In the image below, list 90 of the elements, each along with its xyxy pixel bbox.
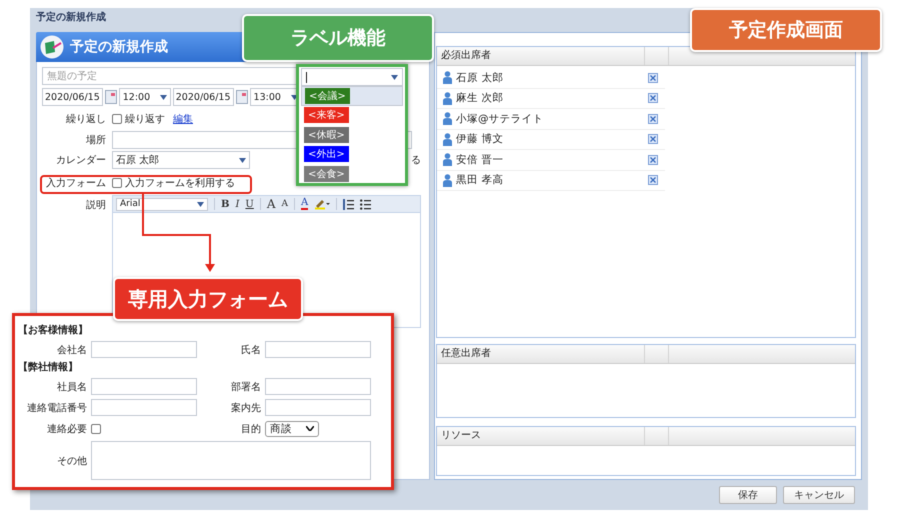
underline-button[interactable]: U bbox=[245, 198, 254, 210]
cancel-button[interactable]: キャンセル bbox=[783, 486, 855, 504]
person-icon bbox=[443, 153, 452, 166]
window-title: 予定の新規作成 bbox=[36, 12, 106, 23]
purpose-select[interactable]: 商談 bbox=[265, 420, 319, 436]
date-field[interactable]: 2020/06/15 bbox=[172, 88, 234, 106]
person-icon bbox=[443, 92, 452, 105]
calendar-icon[interactable] bbox=[104, 90, 117, 104]
shrink-font-button[interactable]: A bbox=[282, 199, 288, 209]
bold-button[interactable]: B bbox=[221, 198, 230, 210]
field-label: カレンダー bbox=[56, 154, 106, 167]
remove-icon[interactable] bbox=[648, 154, 658, 165]
input-field[interactable] bbox=[265, 378, 371, 395]
field-label: 入力フォーム bbox=[46, 176, 106, 190]
checkbox[interactable] bbox=[112, 178, 122, 188]
caret-icon bbox=[306, 426, 314, 431]
callout-label: 予定作成画面 bbox=[690, 8, 882, 52]
grow-font-button[interactable]: A bbox=[266, 197, 276, 211]
font-color-button[interactable]: A bbox=[301, 198, 308, 210]
edit-link[interactable]: 編集 bbox=[173, 112, 193, 126]
column-header: 必須出席者 bbox=[437, 47, 645, 65]
section-title: 【弊社情報】 bbox=[18, 362, 79, 374]
label-option[interactable]: <会議> bbox=[301, 86, 403, 106]
input-field[interactable] bbox=[265, 341, 371, 358]
numbered-list-icon[interactable] bbox=[343, 198, 354, 210]
label-tag: <休暇> bbox=[304, 126, 349, 143]
field-label: 連絡必要 bbox=[46, 422, 87, 436]
checkbox[interactable] bbox=[112, 114, 122, 124]
calendar-icon[interactable] bbox=[236, 90, 248, 104]
column-header: 任意出席者 bbox=[437, 345, 645, 363]
input-field[interactable] bbox=[91, 378, 197, 395]
person-icon bbox=[443, 132, 452, 146]
label-tag: <会議> bbox=[305, 88, 350, 104]
remove-icon[interactable] bbox=[648, 134, 658, 144]
remove-icon[interactable] bbox=[648, 93, 658, 104]
field-label: 連絡電話番号 bbox=[26, 402, 87, 414]
label-option[interactable]: <外出> bbox=[301, 144, 403, 164]
section-title: 【お客様情報】 bbox=[18, 325, 89, 337]
label-option[interactable]: <休暇> bbox=[301, 125, 403, 144]
remove-icon[interactable] bbox=[648, 175, 658, 186]
field-label: 氏名 bbox=[240, 344, 261, 356]
label-tag: <会食> bbox=[304, 166, 349, 182]
field-label: 案内先 bbox=[230, 402, 261, 414]
bullet-list-icon[interactable] bbox=[360, 198, 372, 210]
column-header: リソース bbox=[437, 427, 645, 445]
remove-icon[interactable] bbox=[648, 72, 658, 83]
person-icon bbox=[443, 71, 452, 84]
font-select[interactable]: Arial bbox=[116, 198, 208, 210]
caret-icon bbox=[197, 202, 204, 206]
label-field[interactable] bbox=[301, 68, 403, 86]
checkbox-label: 入力フォームを利用する bbox=[125, 176, 235, 190]
italic-button[interactable]: I bbox=[235, 198, 240, 210]
field-label: 目的 bbox=[240, 422, 261, 436]
field-label: 会社名 bbox=[56, 344, 87, 356]
callout-tooltip: 専用入力フォーム bbox=[113, 277, 303, 321]
time-select[interactable]: 12:00 bbox=[118, 88, 171, 106]
field-label: その他 bbox=[56, 454, 87, 468]
attendee-name: 伊藤 博文 bbox=[456, 132, 504, 146]
date-field[interactable]: 2020/06/15 bbox=[42, 88, 103, 106]
attendee-name: 安倍 晋一 bbox=[456, 152, 504, 167]
input-field[interactable] bbox=[91, 399, 197, 416]
person-icon bbox=[443, 112, 452, 126]
checkbox[interactable] bbox=[91, 424, 101, 434]
label-option[interactable]: <来客> bbox=[301, 106, 403, 125]
callout-label: ラベル機能 bbox=[242, 14, 434, 62]
input-field[interactable] bbox=[91, 341, 197, 358]
field-label: 繰り返し bbox=[66, 112, 106, 126]
input-field[interactable] bbox=[265, 399, 371, 416]
label-option[interactable]: <会食> bbox=[301, 164, 403, 184]
label-tag: <来客> bbox=[304, 107, 349, 124]
caret-icon bbox=[391, 74, 398, 80]
calendar-select[interactable]: 石原 太郎 bbox=[112, 151, 250, 169]
caret-icon bbox=[160, 94, 167, 100]
caret-icon bbox=[239, 158, 246, 162]
field-label: 説明 bbox=[86, 198, 106, 212]
attendee-name: 小塚@サテライト bbox=[456, 112, 544, 126]
attendee-name: 麻生 次郎 bbox=[456, 91, 504, 106]
option-text: る bbox=[411, 154, 421, 167]
field-label: 社員名 bbox=[56, 380, 87, 394]
field-label: 部署名 bbox=[230, 380, 261, 394]
highlighter-icon[interactable] bbox=[314, 198, 330, 210]
person-icon bbox=[443, 174, 452, 187]
attendee-name: 黒田 孝高 bbox=[456, 173, 504, 188]
notebook-icon bbox=[40, 35, 64, 59]
save-button[interactable]: 保存 bbox=[719, 486, 777, 504]
attendee-name: 石原 太郎 bbox=[456, 70, 504, 85]
remove-icon[interactable] bbox=[648, 114, 658, 124]
label-tag: <外出> bbox=[304, 146, 349, 162]
field-label: 場所 bbox=[86, 134, 106, 147]
checkbox-label: 繰り返す bbox=[125, 112, 165, 126]
